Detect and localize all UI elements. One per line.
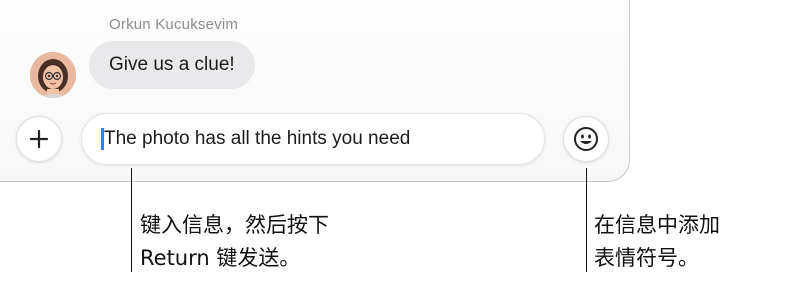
- emoji-smiley-icon: [574, 127, 598, 151]
- plus-icon: [29, 129, 49, 149]
- emoji-callout-line: [586, 168, 587, 272]
- received-message-bubble: Give us a clue!: [89, 41, 255, 89]
- message-input[interactable]: The photo has all the hints you need: [81, 113, 545, 165]
- message-input-text: The photo has all the hints you need: [104, 128, 411, 149]
- typing-callout-text: 键入信息，然后按下 Return 键发送。: [140, 213, 329, 270]
- typing-callout-line: [131, 168, 132, 272]
- sender-name: Orkun Kucuksevim: [109, 16, 239, 33]
- emoji-callout-text: 在信息中添加 表情符号。: [594, 213, 720, 270]
- memoji-icon: [30, 52, 76, 98]
- add-attachment-button[interactable]: [16, 116, 62, 162]
- emoji-button[interactable]: [563, 116, 609, 162]
- avatar[interactable]: [30, 52, 76, 98]
